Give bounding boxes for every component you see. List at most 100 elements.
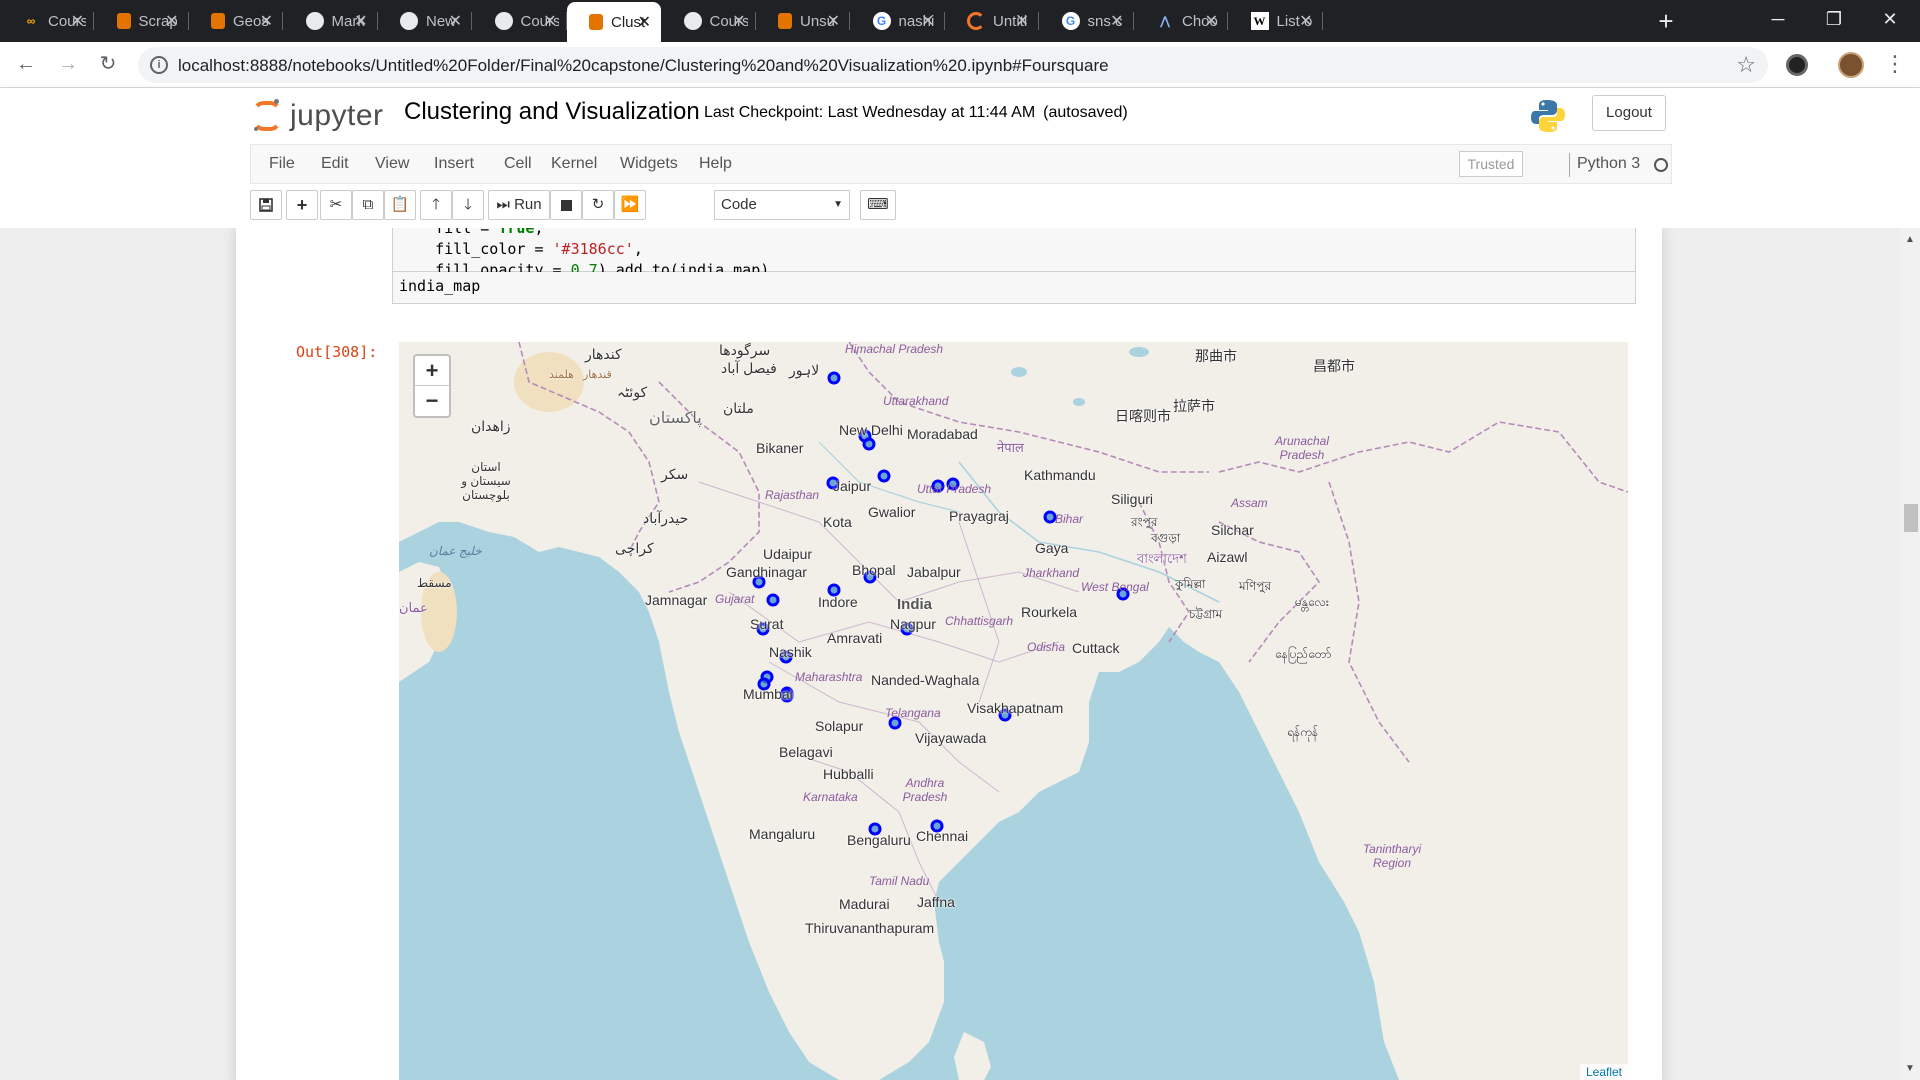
- browser-tab[interactable]: W List o ✕: [1229, 0, 1323, 42]
- browser-tab[interactable]: Cours ✕: [473, 0, 567, 42]
- profile-avatar[interactable]: [1838, 52, 1864, 78]
- checkpoint-status: Last Checkpoint: Last Wednesday at 11:44…: [704, 104, 1128, 122]
- menu-kernel[interactable]: Kernel: [551, 155, 597, 173]
- menu-widgets[interactable]: Widgets: [620, 155, 678, 173]
- close-tab-icon[interactable]: ✕: [543, 11, 556, 31]
- interrupt-button[interactable]: [550, 190, 582, 220]
- close-tab-icon[interactable]: ✕: [1016, 11, 1029, 31]
- city-label: Hubballi: [823, 766, 874, 782]
- paste-icon: 📋: [390, 196, 410, 213]
- code-cell-last-line[interactable]: india_map: [392, 272, 1636, 304]
- notebook-title[interactable]: Clustering and Visualization: [404, 98, 700, 126]
- city-label: Solapur: [815, 718, 864, 734]
- page-scrollbar[interactable]: ▲ ▼: [1900, 228, 1920, 1080]
- browser-tab[interactable]: Cours ✕: [662, 0, 756, 42]
- code-keyword: True: [498, 228, 535, 237]
- cell-type-select[interactable]: Code ▼: [714, 190, 850, 220]
- run-button[interactable]: ⏭ Run: [488, 190, 550, 220]
- browser-tab[interactable]: Mark ✕: [284, 0, 378, 42]
- city-label: Chennai: [916, 828, 969, 844]
- close-tab-icon[interactable]: ✕: [354, 11, 367, 31]
- scroll-up-icon[interactable]: ▲: [1905, 234, 1915, 245]
- save-button[interactable]: [250, 190, 282, 220]
- browser-tab[interactable]: Untitl ✕: [945, 0, 1039, 42]
- restart-button[interactable]: ↻: [582, 190, 614, 220]
- leaflet-map[interactable]: New Delhi Moradabad Bikaner Jaipur Gwali…: [399, 342, 1628, 1080]
- browser-tab[interactable]: New ✕: [378, 0, 472, 42]
- move-up-button[interactable]: 🡑: [420, 190, 452, 220]
- maximize-button[interactable]: ❐: [1806, 0, 1862, 38]
- new-tab-button[interactable]: +: [1653, 8, 1679, 35]
- scrollbar-thumb[interactable]: [1904, 504, 1918, 532]
- jupyter-logo[interactable]: jupyter: [252, 96, 384, 136]
- close-tab-icon[interactable]: ✕: [71, 11, 84, 31]
- browser-tab[interactable]: Clust ✕: [567, 2, 661, 42]
- code-cell-input[interactable]: fill = True, fill_color = '#3186cc', fil…: [392, 228, 1636, 279]
- browser-tab[interactable]: ⋀ Choo ✕: [1134, 0, 1228, 42]
- zoom-out-button[interactable]: −: [415, 386, 449, 416]
- bookmark-star-icon[interactable]: ☆: [1736, 52, 1756, 78]
- city-label: Silchar: [1211, 522, 1254, 538]
- insert-cell-button[interactable]: +: [286, 190, 318, 220]
- url-text[interactable]: localhost:8888/notebooks/Untitled%20Fold…: [178, 56, 1109, 76]
- close-window-button[interactable]: ✕: [1862, 0, 1918, 38]
- reload-button[interactable]: ↻: [92, 48, 124, 80]
- cut-button[interactable]: ✂: [320, 190, 352, 220]
- circle-marker[interactable]: [1043, 510, 1057, 524]
- browser-tab[interactable]: Geos ✕: [189, 0, 283, 42]
- browser-tab[interactable]: Gsns c ✕: [1040, 0, 1134, 42]
- paste-button[interactable]: 📋: [384, 190, 416, 220]
- close-tab-icon[interactable]: ✕: [827, 11, 840, 31]
- menu-cell[interactable]: Cell: [504, 155, 532, 173]
- minimize-button[interactable]: ─: [1750, 0, 1806, 38]
- extension-icon[interactable]: [1786, 54, 1808, 76]
- close-tab-icon[interactable]: ✕: [1299, 11, 1312, 31]
- move-down-button[interactable]: 🡓: [452, 190, 484, 220]
- github-icon: [400, 12, 418, 30]
- close-tab-icon[interactable]: ✕: [921, 11, 934, 31]
- browser-tab[interactable]: Unsu ✕: [756, 0, 850, 42]
- map-attribution[interactable]: Leaflet: [1579, 1064, 1628, 1080]
- menu-insert[interactable]: Insert: [434, 155, 474, 173]
- trusted-indicator[interactable]: Trusted: [1459, 151, 1523, 177]
- wikipedia-icon: W: [1250, 12, 1269, 30]
- forward-button[interactable]: →: [52, 48, 84, 80]
- site-info-icon[interactable]: i: [150, 56, 168, 74]
- checkpoint-text: Last Checkpoint: Last Wednesday at 11:44…: [704, 104, 1036, 121]
- close-tab-icon[interactable]: ✕: [449, 11, 462, 31]
- scroll-down-icon[interactable]: ▼: [1905, 1063, 1915, 1074]
- menu-view[interactable]: View: [375, 155, 409, 173]
- close-tab-icon[interactable]: ✕: [165, 11, 178, 31]
- browser-tab[interactable]: ∞ Cours ✕: [0, 0, 94, 42]
- circle-marker[interactable]: [766, 593, 780, 607]
- close-tab-icon[interactable]: ✕: [260, 11, 273, 31]
- command-palette-button[interactable]: ⌨: [860, 190, 896, 220]
- foreign-label: سکر: [661, 466, 689, 482]
- browser-tab[interactable]: Gnashi ✕: [851, 0, 945, 42]
- github-icon: [494, 12, 513, 30]
- menu-file[interactable]: File: [269, 155, 295, 173]
- logout-button[interactable]: Logout: [1592, 95, 1666, 131]
- city-label: Madurai: [839, 896, 890, 912]
- back-button[interactable]: ←: [10, 48, 42, 80]
- city-label: Moradabad: [907, 426, 978, 442]
- circle-marker[interactable]: [827, 371, 841, 385]
- close-tab-icon[interactable]: ✕: [1205, 11, 1218, 31]
- menu-help[interactable]: Help: [699, 155, 732, 173]
- region-label: Maharashtra: [795, 670, 863, 684]
- zoom-in-button[interactable]: +: [415, 356, 449, 386]
- copy-button[interactable]: ⧉: [352, 190, 384, 220]
- browser-tab[interactable]: Scrap ✕: [95, 0, 189, 42]
- browser-tab-strip: ∞ Cours ✕ Scrap ✕ Geos ✕ Mark ✕ New ✕ Cours ✕ Clust ✕ C…: [0, 0, 1920, 42]
- restart-run-all-button[interactable]: ⏩: [614, 190, 646, 220]
- circle-marker[interactable]: [862, 437, 876, 451]
- menu-edit[interactable]: Edit: [321, 155, 349, 173]
- address-bar[interactable]: i localhost:8888/notebooks/Untitled%20Fo…: [138, 47, 1768, 83]
- city-label: Nanded-Waghala: [871, 672, 980, 688]
- cell-type-value: Code: [721, 196, 757, 213]
- close-tab-icon[interactable]: ✕: [638, 12, 651, 32]
- circle-marker[interactable]: [877, 469, 891, 483]
- close-tab-icon[interactable]: ✕: [1110, 11, 1123, 31]
- close-tab-icon[interactable]: ✕: [732, 11, 745, 31]
- browser-menu-icon[interactable]: ⋮: [1884, 50, 1906, 78]
